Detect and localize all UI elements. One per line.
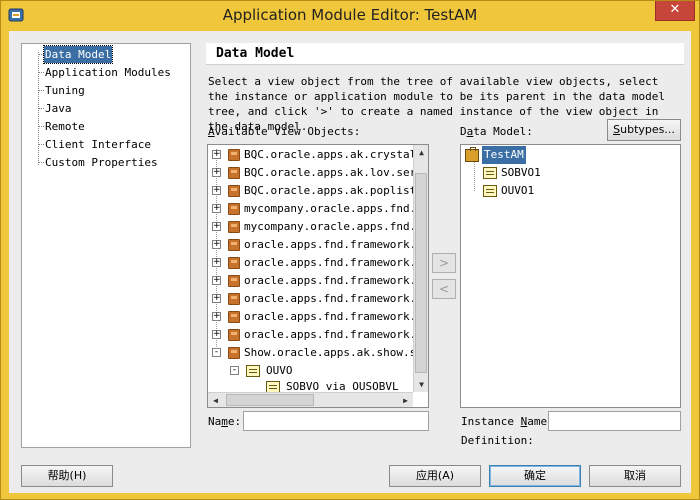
scroll-thumb[interactable] [226, 394, 314, 406]
expand-icon[interactable]: + [212, 150, 221, 159]
nav-item-label: Client Interface [45, 138, 151, 151]
view-object-icon [483, 185, 497, 197]
tree-row[interactable]: + oracle.apps.fnd.framework.to [208, 236, 428, 254]
tree-row[interactable]: SOBVO1 [461, 164, 661, 182]
name-label: Name: [208, 415, 242, 428]
package-icon [228, 347, 240, 359]
chevron-left-icon: < [438, 282, 450, 296]
nav-item-label: Custom Properties [45, 156, 158, 169]
subtypes-button[interactable]: Subtypes... [607, 119, 681, 141]
package-icon [228, 221, 240, 233]
expand-icon[interactable]: + [212, 330, 221, 339]
tree-row[interactable]: + oracle.apps.fnd.framework.to [208, 290, 428, 308]
package-icon [228, 149, 240, 161]
nav-item-label: Data Model [42, 45, 114, 64]
package-icon [228, 311, 240, 323]
tree-row[interactable]: + BQC.oracle.apps.ak.crystal.s [208, 146, 428, 164]
available-view-objects-tree[interactable]: + BQC.oracle.apps.ak.crystal.s + BQC.ora… [207, 144, 429, 408]
app-module-icon [465, 147, 479, 162]
instance-name-label: Instance Name: [461, 415, 554, 428]
data-model-tree[interactable]: TestAM SOBVO1 OUVO1 [460, 144, 681, 408]
tree-row[interactable]: + BQC.oracle.apps.ak.poplist.s [208, 182, 428, 200]
nav-item-label: Application Modules [45, 66, 171, 79]
tree-row[interactable]: + mycompany.oracle.apps.fnd.fr [208, 200, 428, 218]
tree-row[interactable]: + oracle.apps.fnd.framework.to [208, 254, 428, 272]
horizontal-scrollbar[interactable]: ◀ ▶ [208, 392, 413, 407]
help-button[interactable]: 帮助(H) [21, 465, 113, 487]
dialog-client-area: Data Model Application Modules Tuning Ja… [9, 31, 691, 493]
scroll-down-icon[interactable]: ▼ [414, 377, 428, 392]
definition-label: Definition: [461, 434, 534, 447]
package-icon [228, 275, 240, 287]
scroll-left-icon[interactable]: ◀ [208, 393, 223, 407]
expand-icon[interactable]: + [212, 312, 221, 321]
package-icon [228, 293, 240, 305]
title-bar[interactable]: Application Module Editor: TestAM ✕ [1, 1, 699, 29]
expand-icon[interactable]: + [212, 258, 221, 267]
scroll-thumb[interactable] [415, 173, 427, 373]
package-icon [228, 239, 240, 251]
dialog-window: Application Module Editor: TestAM ✕ Data… [0, 0, 700, 500]
category-tree[interactable]: Data Model Application Modules Tuning Ja… [21, 43, 191, 448]
tree-row[interactable]: - Show.oracle.apps.ak.show.ser [208, 344, 428, 362]
expand-icon[interactable]: + [212, 240, 221, 249]
tree-row[interactable]: OUVO1 [461, 182, 661, 200]
package-icon [228, 257, 240, 269]
package-icon [228, 185, 240, 197]
remove-from-data-model-button[interactable]: < [432, 279, 456, 299]
collapse-icon[interactable]: - [212, 348, 221, 357]
chevron-right-icon: > [438, 256, 450, 270]
window-title: Application Module Editor: TestAM [222, 6, 478, 24]
collapse-icon[interactable]: - [230, 366, 239, 375]
scroll-up-icon[interactable]: ▲ [414, 145, 428, 160]
package-icon [228, 329, 240, 341]
tree-row[interactable]: + mycompany.oracle.apps.fnd.fr [208, 218, 428, 236]
ok-button[interactable]: 确定 [489, 465, 581, 487]
tree-row[interactable]: + oracle.apps.fnd.framework.to [208, 308, 428, 326]
expand-icon[interactable]: + [212, 204, 221, 213]
available-view-objects-label: Available View Objects: [208, 125, 361, 138]
nav-item-label: Tuning [45, 84, 85, 97]
tree-row[interactable]: + oracle.apps.fnd.framework.to [208, 326, 428, 344]
view-object-icon [246, 365, 260, 377]
name-input[interactable] [243, 411, 429, 431]
cancel-button[interactable]: 取消 [589, 465, 681, 487]
expand-icon[interactable]: + [212, 276, 221, 285]
tree-row[interactable]: + BQC.oracle.apps.ak.lov.serve [208, 164, 428, 182]
nav-item-label: Remote [45, 120, 85, 133]
expand-icon[interactable]: + [212, 186, 221, 195]
tree-row[interactable]: TestAM [461, 146, 661, 164]
package-icon [228, 203, 240, 215]
expand-icon[interactable]: + [212, 222, 221, 231]
tree-row[interactable]: + oracle.apps.fnd.framework.to [208, 272, 428, 290]
expand-icon[interactable]: + [212, 294, 221, 303]
package-icon [228, 167, 240, 179]
nav-item-label: Java [45, 102, 72, 115]
expand-icon[interactable]: + [212, 168, 221, 177]
view-object-icon [483, 167, 497, 179]
add-to-data-model-button[interactable]: > [432, 253, 456, 273]
instance-name-input[interactable] [548, 411, 681, 431]
close-button[interactable]: ✕ [655, 1, 695, 21]
page-title: Data Model [206, 43, 684, 65]
apply-button[interactable]: 应用(A) [389, 465, 481, 487]
close-icon: ✕ [669, 2, 681, 17]
scroll-right-icon[interactable]: ▶ [398, 393, 413, 407]
data-model-label: Data Model: [460, 125, 533, 138]
vertical-scrollbar[interactable]: ▲ ▼ [413, 145, 428, 392]
